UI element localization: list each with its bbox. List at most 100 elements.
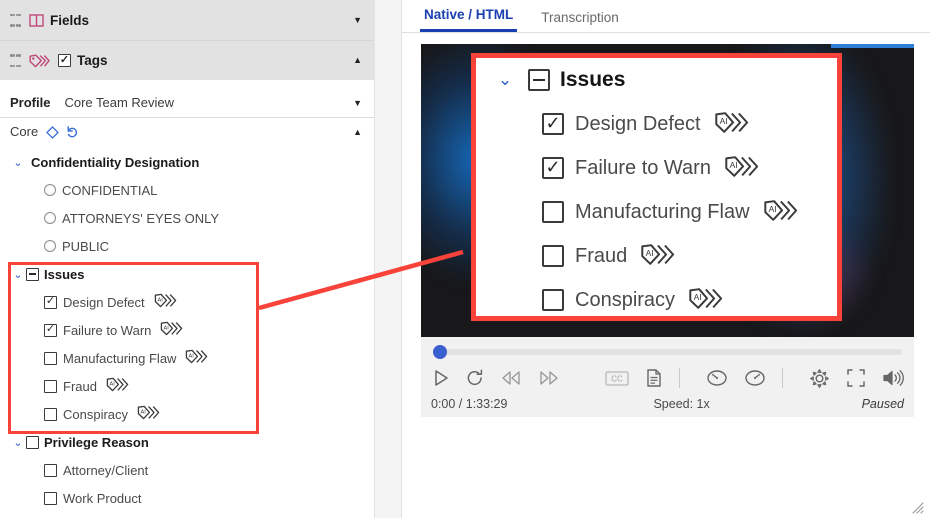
panel-header-tags[interactable]: Tags ▲ (0, 40, 374, 80)
ai-tag-icon[interactable]: AI (724, 152, 764, 184)
cc-icon[interactable]: CC (605, 370, 629, 387)
svg-text:AI: AI (164, 326, 170, 332)
play-icon[interactable] (431, 368, 451, 388)
drag-grip-icon[interactable] (10, 54, 21, 67)
tree-leaf-2[interactable]: ATTORNEYS' EYES ONLY (0, 204, 374, 232)
fast-forward-icon[interactable] (537, 368, 561, 388)
video-viewport[interactable]: ⌄IssuesDesign DefectAIFailure to WarnAIM… (421, 44, 914, 337)
speed-display: Speed: 1x (653, 397, 710, 411)
chevron-down-icon[interactable]: ▼ (353, 15, 362, 25)
ai-tag-icon[interactable]: AI (688, 284, 728, 316)
svg-text:AI: AI (719, 116, 727, 126)
undo-icon[interactable] (65, 125, 80, 139)
tree-node-10[interactable]: ⌄ Privilege Reason (0, 428, 374, 456)
leaf-checkbox[interactable] (542, 201, 564, 223)
leaf-checkbox[interactable] (542, 113, 564, 135)
settings-icon[interactable] (809, 368, 830, 389)
tree-leaf-1[interactable]: CONFIDENTIAL (0, 176, 374, 204)
tree-leaf-8[interactable]: Fraud AI (0, 372, 374, 400)
leaf-checkbox[interactable] (44, 323, 57, 337)
speed-up-icon[interactable] (744, 368, 766, 388)
node-checkbox[interactable] (528, 69, 550, 91)
radio-button[interactable] (44, 240, 56, 252)
leaf-checkbox[interactable] (542, 245, 564, 267)
panel-divider[interactable] (374, 0, 402, 518)
twisty-icon[interactable]: ⌄ (494, 70, 516, 90)
drag-grip-icon[interactable] (10, 13, 21, 27)
progress-bar[interactable] (433, 345, 902, 359)
twisty-icon[interactable]: ⌄ (10, 436, 26, 449)
leaf-checkbox[interactable] (542, 157, 564, 179)
tab-native-html[interactable]: Native / HTML (420, 7, 518, 32)
ai-tag-icon[interactable]: AI (137, 403, 163, 425)
ai-tag-icon[interactable]: AI (160, 319, 186, 341)
leaf-checkbox[interactable] (542, 289, 564, 311)
callout-node-0[interactable]: ⌄ Issues (476, 58, 837, 102)
callout-leaf-label: Failure to Warn (575, 156, 711, 179)
tag-tree: ⌄ Confidentiality Designation CONFIDENTIAL… (0, 145, 374, 512)
eraser-icon[interactable] (45, 125, 60, 139)
leaf-checkbox[interactable] (44, 491, 57, 505)
node-checkbox[interactable] (26, 267, 39, 281)
volume-icon[interactable] (882, 368, 904, 388)
twisty-icon[interactable]: ⌄ (10, 268, 26, 281)
node-checkbox[interactable] (26, 435, 39, 449)
tree-node-label: Privilege Reason (44, 434, 149, 450)
tree-leaf-7[interactable]: Manufacturing Flaw AI (0, 344, 374, 372)
leaf-checkbox[interactable] (44, 379, 57, 393)
tree-leaf-6[interactable]: Failure to Warn AI (0, 316, 374, 344)
issues-magnified-callout: ⌄IssuesDesign DefectAIFailure to WarnAIM… (471, 53, 842, 321)
tree-node-4[interactable]: ⌄ Issues (0, 260, 374, 288)
ai-tag-icon[interactable]: AI (714, 108, 754, 140)
replay-icon[interactable] (465, 368, 485, 388)
profile-value[interactable]: Core Team Review (64, 95, 174, 110)
chevron-down-icon[interactable]: ▼ (353, 98, 362, 108)
video-top-accent-bar (831, 44, 914, 48)
ai-tag-icon[interactable]: AI (185, 347, 211, 369)
profile-row[interactable]: Profile Core Team Review ▼ (0, 88, 374, 118)
ai-tag-icon[interactable]: AI (106, 375, 132, 397)
tree-leaf-11[interactable]: Attorney/Client (0, 456, 374, 484)
tree-leaf-label: Design Defect (63, 294, 145, 310)
tree-node-0[interactable]: ⌄ Confidentiality Designation (0, 148, 374, 176)
tags-panel-checkbox[interactable] (58, 54, 71, 67)
tree-leaf-3[interactable]: PUBLIC (0, 232, 374, 260)
svg-text:AI: AI (694, 292, 702, 302)
tree-leaf-12[interactable]: Work Product (0, 484, 374, 512)
twisty-icon[interactable]: ⌄ (10, 156, 26, 169)
media-player-controls: CC 0:00 / 1:33:29 Speed: 1x Paused (421, 337, 914, 417)
transcript-icon[interactable] (645, 368, 663, 388)
tab-transcription[interactable]: Transcription (537, 10, 623, 32)
panel-header-fields[interactable]: Fields ▼ (0, 0, 374, 40)
tags-icon (29, 53, 50, 68)
leaf-checkbox[interactable] (44, 407, 57, 421)
leaf-checkbox[interactable] (44, 295, 57, 309)
callout-leaf-label: Fraud (575, 244, 628, 267)
callout-leaf-4[interactable]: Fraud AI (476, 234, 837, 278)
callout-leaf-label: Manufacturing Flaw (575, 200, 750, 223)
resize-handle-icon[interactable] (912, 502, 924, 514)
chevron-up-icon[interactable]: ▲ (353, 56, 362, 65)
callout-leaf-2[interactable]: Failure to Warn AI (476, 146, 837, 190)
fullscreen-icon[interactable] (846, 368, 866, 388)
ai-tag-icon[interactable]: AI (154, 291, 180, 313)
chevron-up-icon[interactable]: ▲ (353, 127, 362, 137)
speed-down-icon[interactable] (706, 368, 728, 388)
radio-button[interactable] (44, 184, 56, 196)
callout-leaf-label: Design Defect (575, 112, 701, 135)
callout-leaf-5[interactable]: Conspiracy AI (476, 278, 837, 322)
radio-button[interactable] (44, 212, 56, 224)
ai-tag-icon[interactable]: AI (763, 196, 803, 228)
leaf-checkbox[interactable] (44, 463, 57, 477)
ai-tag-icon[interactable]: AI (640, 240, 680, 272)
leaf-checkbox[interactable] (44, 351, 57, 365)
panel-title-tags: Tags (77, 53, 108, 68)
callout-leaf-1[interactable]: Design Defect AI (476, 102, 837, 146)
progress-handle[interactable] (433, 345, 447, 359)
tree-leaf-9[interactable]: Conspiracy AI (0, 400, 374, 428)
tree-leaf-label: ATTORNEYS' EYES ONLY (62, 210, 220, 226)
tree-leaf-5[interactable]: Design Defect AI (0, 288, 374, 316)
callout-leaf-3[interactable]: Manufacturing Flaw AI (476, 190, 837, 234)
tree-node-label: Issues (44, 266, 85, 282)
rewind-icon[interactable] (499, 368, 523, 388)
